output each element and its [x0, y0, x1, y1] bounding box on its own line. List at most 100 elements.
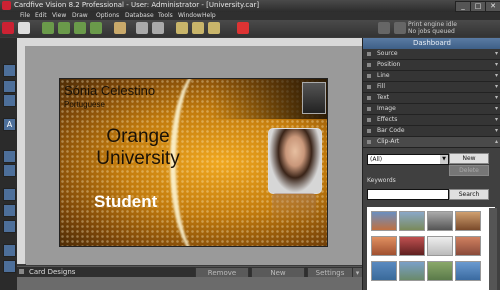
clipart-thumbnail[interactable] — [455, 211, 481, 231]
clipart-gallery — [367, 207, 495, 290]
close-button[interactable]: ✕ — [485, 1, 500, 12]
left-toolbox: A — [0, 38, 17, 290]
zoom-out-icon[interactable] — [192, 22, 204, 34]
card-designs-list[interactable] — [17, 277, 362, 290]
toolbar: Print engine idle No jobs queued — [0, 20, 500, 37]
clipart-thumbnail[interactable] — [427, 211, 453, 231]
print-status-line1: Print engine idle — [408, 21, 457, 28]
card-university-text[interactable]: Orange University — [78, 126, 198, 170]
menu-file[interactable]: File — [20, 12, 30, 19]
section-label: Line — [377, 72, 390, 79]
menu-draw[interactable]: Draw — [72, 12, 88, 19]
photo-tool-icon[interactable] — [3, 204, 16, 217]
small-photo[interactable] — [302, 82, 326, 114]
clipart-new-button[interactable]: New — [449, 153, 489, 164]
section-source[interactable]: Source ▾ — [363, 49, 500, 60]
clipart-delete-button[interactable]: Delete — [449, 165, 489, 176]
database-icon[interactable] — [114, 22, 126, 34]
expand-icon: ▾ — [494, 105, 498, 112]
section-label: Image — [377, 105, 396, 112]
clipart-thumbnail[interactable] — [399, 211, 425, 231]
section-icon — [367, 140, 371, 144]
section-fill[interactable]: Fill ▾ — [363, 82, 500, 93]
print-status-line2: No jobs queued — [408, 28, 455, 35]
minimize-button[interactable]: _ — [455, 1, 471, 12]
id-card[interactable]: Sónia Celestino Portuguese Orange Univer… — [59, 78, 328, 247]
open-file-icon[interactable] — [42, 22, 54, 34]
section-barcode[interactable]: Bar Code ▾ — [363, 126, 500, 137]
section-icon — [367, 96, 371, 100]
menu-edit[interactable]: Edit — [35, 12, 47, 19]
print-icon[interactable] — [152, 22, 164, 34]
card-name-text[interactable]: Sónia Celestino — [64, 83, 155, 98]
zoom-fit-icon[interactable] — [208, 22, 220, 34]
section-icon — [367, 129, 371, 133]
chevron-down-icon: ▼ — [440, 155, 448, 164]
main-photo[interactable] — [268, 128, 322, 194]
maximize-button[interactable]: □ — [470, 1, 486, 12]
collapse-icon[interactable] — [19, 269, 24, 274]
clipart-thumbnail[interactable] — [371, 236, 397, 256]
print-preview-icon[interactable] — [136, 22, 148, 34]
section-clipart[interactable]: Clip-Art ▴ — [363, 137, 500, 148]
section-label: Clip-Art — [377, 138, 400, 145]
grid-icon[interactable] — [90, 22, 102, 34]
zoom-in-icon[interactable] — [176, 22, 188, 34]
menu-database[interactable]: Database — [125, 12, 154, 19]
clipart-thumbnail[interactable] — [371, 261, 397, 281]
clipart-thumbnail[interactable] — [455, 236, 481, 256]
layout-icon[interactable] — [74, 22, 86, 34]
menu-options[interactable]: Options — [96, 12, 119, 19]
ruler-left — [17, 46, 26, 264]
keywords-input[interactable] — [367, 189, 449, 200]
card-nationality-text[interactable]: Portuguese — [64, 100, 105, 109]
rectangle-tool-icon[interactable] — [3, 94, 16, 107]
signature-tool-icon[interactable] — [3, 220, 16, 233]
section-text[interactable]: Text ▾ — [363, 93, 500, 104]
clipart-thumbnail[interactable] — [427, 261, 453, 281]
section-position[interactable]: Position ▾ — [363, 60, 500, 71]
expand-icon: ▾ — [494, 94, 498, 101]
title-bar: Cardfive Vision 8.2 Professional - User:… — [0, 0, 500, 12]
cancel-print-icon[interactable] — [394, 22, 406, 34]
menu-window[interactable]: Window — [178, 12, 202, 19]
pause-print-icon[interactable] — [378, 22, 390, 34]
section-effects[interactable]: Effects ▾ — [363, 115, 500, 126]
expand-icon: ▾ — [494, 72, 498, 79]
text-tool-icon[interactable]: A — [3, 118, 16, 131]
magnetic-tool-icon[interactable] — [3, 244, 16, 257]
section-image[interactable]: Image ▾ — [363, 104, 500, 115]
search-button[interactable]: Search — [449, 189, 489, 200]
section-label: Effects — [377, 116, 398, 123]
menu-help[interactable]: Help — [202, 12, 216, 19]
save-icon[interactable] — [58, 22, 70, 34]
dashboard-panel: Dashboard Source ▾ Position ▾ Line ▾ Fill ▾ … — [362, 38, 500, 290]
section-label: Fill — [377, 83, 386, 90]
clipart-thumbnail[interactable] — [399, 261, 425, 281]
clipart-thumbnail[interactable] — [371, 211, 397, 231]
section-label: Text — [377, 94, 390, 101]
card-university-line1: Orange — [106, 126, 170, 147]
clipart-thumbnail[interactable] — [455, 261, 481, 281]
expand-icon: ▾ — [494, 127, 498, 134]
line-tool-icon[interactable] — [3, 80, 16, 93]
clipart-scrollbar[interactable] — [489, 208, 497, 290]
ruler-top — [17, 38, 362, 47]
app-menu-icon[interactable] — [2, 22, 14, 34]
shape-tool-icon[interactable] — [3, 188, 16, 201]
keywords-label: Keywords — [367, 177, 396, 184]
menu-tools[interactable]: Tools — [158, 12, 173, 19]
image-tool-icon[interactable] — [3, 150, 16, 163]
stop-icon[interactable] — [237, 22, 249, 34]
section-line[interactable]: Line ▾ — [363, 71, 500, 82]
barcode-tool-icon[interactable] — [3, 164, 16, 177]
chip-tool-icon[interactable] — [3, 260, 16, 273]
menu-view[interactable]: View — [52, 12, 66, 19]
card-university-line2: University — [96, 148, 180, 169]
new-document-icon[interactable] — [18, 22, 30, 34]
clipart-thumbnail[interactable] — [427, 236, 453, 256]
card-role-text[interactable]: Student — [94, 192, 157, 212]
clipart-thumbnail[interactable] — [399, 236, 425, 256]
select-tool-icon[interactable] — [3, 64, 16, 77]
clipart-category-select[interactable]: (All) ▼ — [367, 154, 449, 165]
